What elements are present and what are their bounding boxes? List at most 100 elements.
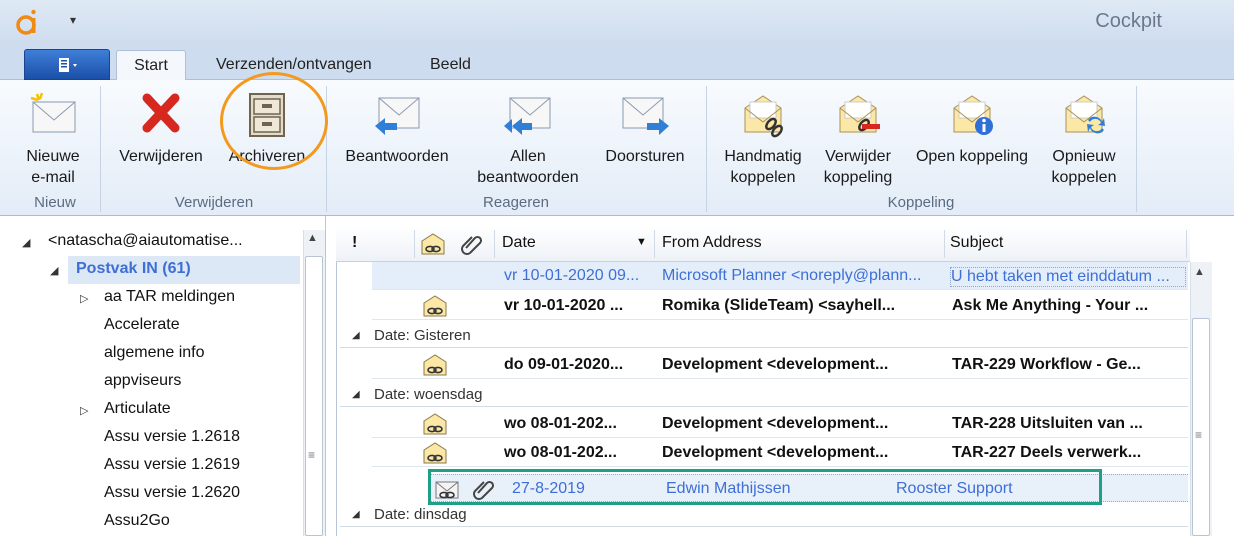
group-label-link: Koppeling [887,194,955,211]
delete-icon [142,93,180,133]
remove-link-button[interactable]: Verwijder koppeling [818,88,898,188]
new-email-icon [30,92,76,133]
date-group-header[interactable]: ◢ Date: woensdag [340,383,1188,407]
folder-item[interactable]: algemene info [104,344,205,362]
forward-button[interactable]: Doorsturen [600,88,690,167]
delete-button[interactable]: Verwijderen [114,88,208,167]
column-subject[interactable]: Subject [950,234,1003,252]
column-importance[interactable]: ! [352,234,357,252]
file-menu-icon [59,58,77,73]
ribbon-separator [100,86,101,212]
group-label: Date: woensdag [374,386,483,403]
collapse-group-icon[interactable]: ◢ [352,330,360,341]
folder-item[interactable]: appviseurs [104,372,181,390]
folder-inbox[interactable]: Postvak IN (61) [76,260,191,278]
column-separator [414,230,415,258]
group-label-new: Nieuw [34,194,76,211]
list-scroll-up-icon[interactable]: ▲ [1194,266,1205,278]
column-separator [944,230,945,258]
tab-view[interactable]: Beeld [418,50,483,81]
remove-link-label: Verwijder koppeling [823,148,893,186]
ribbon-separator [326,86,327,212]
expand-folder-icon[interactable]: ▷ [80,404,88,417]
open-link-label: Open koppeling [915,148,1029,165]
mail-subject: TAR-227 Deels verwerk... [952,444,1142,461]
date-group-header[interactable]: ◢ Date: dinsdag [340,503,1188,527]
app-logo-icon [16,9,36,35]
grip-icon: ≡ [1195,428,1203,442]
open-link-info-icon [953,95,993,135]
column-from-address[interactable]: From Address [662,234,762,252]
link-envelope-column-icon[interactable] [420,232,446,256]
mail-date: vr 10-01-2020 09... [504,267,640,284]
nav-scroll-up-icon[interactable]: ▲ [307,232,318,244]
folder-item[interactable]: Accelerate [104,316,180,334]
mail-date: wo 08-01-202... [504,415,617,432]
attachment-column-icon[interactable] [460,232,484,256]
tab-start[interactable]: Start [116,50,186,81]
new-email-button[interactable]: Nieuwe e-mail [20,88,86,188]
group-label: Date: Gisteren [374,327,471,344]
expand-folder-icon[interactable]: ▷ [80,292,88,305]
folder-item[interactable]: Articulate [104,400,171,418]
collapse-account-icon[interactable]: ◢ [22,236,30,249]
open-link-button[interactable]: Open koppeling [910,88,1034,167]
column-separator [494,230,495,258]
reply-all-label: Allen beantwoorden [477,148,579,186]
folder-item[interactable]: Assu2Go [104,512,170,530]
date-group-header[interactable]: ◢ Date: Gisteren [340,324,1188,348]
relink-button[interactable]: Opnieuw koppelen [1044,88,1124,188]
collapse-inbox-icon[interactable]: ◢ [50,264,58,277]
nav-scrollbar-thumb[interactable] [305,256,323,536]
mail-subject: Ask Me Anything - Your ... [952,297,1149,314]
folder-item[interactable]: Assu versie 1.2620 [104,484,240,502]
reply-button[interactable]: Beantwoorden [340,88,454,167]
mail-from: Romika (SlideTeam) <sayhell... [662,297,896,314]
quick-access-dropdown-icon[interactable]: ▾ [70,13,76,27]
mail-from: Development <development... [662,415,889,432]
group-label-delete: Verwijderen [174,194,254,211]
ribbon-separator [1136,86,1137,212]
reply-all-button[interactable]: Allen beantwoorden [470,88,586,188]
mail-row[interactable]: do 09-01-2020... Development <developmen… [372,351,1188,379]
group-label-respond: Reageren [483,194,549,211]
linked-mail-icon [423,413,447,435]
ribbon-separator [706,86,707,212]
mail-from: Microsoft Planner <noreply@plann... [662,267,922,284]
folder-item[interactable]: Assu versie 1.2619 [104,456,240,474]
collapse-group-icon[interactable]: ◢ [352,509,360,520]
reply-all-icon [504,97,551,135]
mail-subject: TAR-228 Uitsluiten van ... [952,415,1143,432]
forward-icon [622,97,669,135]
column-separator [654,230,655,258]
relink-label: Opnieuw koppelen [1051,148,1117,186]
column-date[interactable]: Date [502,234,536,252]
file-menu-button[interactable] [24,49,110,80]
collapse-group-icon[interactable]: ◢ [352,389,360,400]
grip-icon: ≡ [308,448,316,462]
title-bar: ▾ Cockpit [0,0,1234,46]
window-title: Cockpit [1095,10,1162,32]
mail-row[interactable]: wo 08-01-202... Development <development… [372,410,1188,438]
sort-descending-icon[interactable]: ▼ [636,236,647,248]
folder-item[interactable]: Assu versie 1.2618 [104,428,240,446]
mail-row[interactable]: wo 08-01-202... Development <development… [372,439,1188,467]
manual-link-icon [744,95,783,138]
folder-item[interactable]: aa TAR meldingen [104,288,235,306]
mail-subject: TAR-229 Workflow - Ge... [952,356,1141,373]
mail-row[interactable]: vr 10-01-2020 ... Romika (SlideTeam) <sa… [372,292,1188,320]
forward-label: Doorsturen [605,148,685,165]
linked-mail-icon [423,295,447,317]
group-label: Date: dinsdag [374,506,467,523]
linked-mail-icon [423,442,447,464]
mail-subject: U hebt taken met einddatum ... [950,267,1186,287]
ribbon-tab-bar: Start Verzenden/ontvangen Beeld [0,46,1234,81]
archive-highlight-circle [220,72,328,170]
account-node[interactable]: <natascha@aiautomatise... [48,232,243,250]
delete-label: Verwijderen [119,148,203,165]
mail-date: vr 10-01-2020 ... [504,297,624,314]
mail-list-header: ! Date ▼ From Address Subject [336,226,1190,262]
manual-link-button[interactable]: Handmatig koppelen [718,88,808,188]
mail-row[interactable]: vr 10-01-2020 09... Microsoft Planner <n… [372,262,1188,290]
mail-list-scrollbar-thumb[interactable] [1192,318,1210,536]
